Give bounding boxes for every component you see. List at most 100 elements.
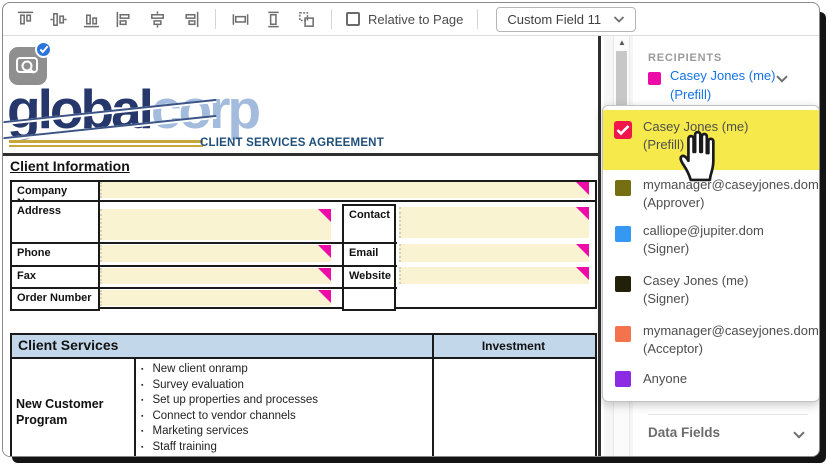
dropdown-item-role: (Signer) <box>643 291 689 306</box>
dropdown-item-approver[interactable]: mymanager@caseyjones.dom (Approver) <box>603 176 819 220</box>
dropdown-item-role: (Prefill) <box>643 137 684 152</box>
document-page: globalcorp CLIENT SERVICES AGREEMENT Cli… <box>3 36 601 456</box>
investment-header: Investment <box>432 339 595 353</box>
logo-text-corp: corp <box>151 78 258 140</box>
alignment-toolbar: Relative to Page Custom Field 11 <box>3 3 819 36</box>
globalcorp-logo: globalcorp <box>7 80 212 150</box>
list-item: Set up properties and processes <box>141 393 318 409</box>
app-window: Relative to Page Custom Field 11 globalc… <box>2 2 820 457</box>
match-height-icon[interactable] <box>257 6 290 32</box>
dropdown-item-role: (Signer) <box>643 241 689 256</box>
scroll-up-arrow-icon[interactable] <box>617 38 627 48</box>
dropdown-item-role: (Approver) <box>643 195 704 210</box>
field-recipient-marker <box>318 290 331 303</box>
label-fax: Fax <box>10 265 100 289</box>
checkbox-box[interactable] <box>346 12 360 26</box>
list-item: New client onramp <box>141 362 318 378</box>
client-services-bullet-list: New client onramp Survey evaluation Set … <box>141 362 318 456</box>
recipient-color-swatch <box>615 180 631 196</box>
align-top-icon[interactable] <box>9 6 42 32</box>
main-area: globalcorp CLIENT SERVICES AGREEMENT Cli… <box>3 36 819 456</box>
field-contact[interactable] <box>399 207 589 238</box>
checked-checkbox-icon <box>614 121 632 139</box>
dropdown-item-name: Casey Jones (me) <box>643 119 748 134</box>
match-width-icon[interactable] <box>224 6 257 32</box>
dropdown-item-name: mymanager@caseyjones.dom <box>643 323 819 338</box>
dropdown-item-name: Casey Jones (me) <box>643 273 748 288</box>
logo-gold-rule <box>9 145 203 147</box>
field-type-value: Custom Field 11 <box>507 12 601 27</box>
list-item: Customer service 24/7/365 <box>141 455 318 456</box>
field-fax[interactable] <box>100 268 331 284</box>
recipient-role: (Prefill) <box>670 87 711 102</box>
dropdown-item-acceptor[interactable]: mymanager@caseyjones.dom (Acceptor) <box>603 322 819 366</box>
field-email[interactable] <box>399 244 589 262</box>
client-services-heading: Client Services <box>18 337 118 353</box>
label-website: Website <box>342 265 396 289</box>
check-badge-icon <box>35 41 52 58</box>
recipient-color-swatch <box>615 371 631 387</box>
checkbox-label: Relative to Page <box>368 12 463 27</box>
field-recipient-marker <box>318 268 331 281</box>
client-information-heading: Client Information <box>10 158 130 174</box>
toolbar-separator <box>331 9 332 29</box>
list-item: Survey evaluation <box>141 378 318 394</box>
dropdown-item-signer-1[interactable]: calliope@jupiter.dom (Signer) <box>603 222 819 266</box>
field-address[interactable] <box>100 209 331 240</box>
new-customer-program-label: New Customer Program <box>16 396 126 428</box>
table-line <box>432 333 434 456</box>
chevron-down-icon[interactable] <box>792 427 806 445</box>
recipient-color-swatch <box>615 276 631 292</box>
recipients-header: RECIPIENTS <box>648 52 722 64</box>
field-type-select[interactable]: Custom Field 11 <box>496 7 636 32</box>
data-fields-section-toggle[interactable]: Data Fields <box>648 424 808 448</box>
toolbar-separator <box>215 9 216 29</box>
field-recipient-marker <box>576 267 589 280</box>
field-company-name[interactable] <box>100 182 589 198</box>
dropdown-item-signer-2[interactable]: Casey Jones (me) (Signer) <box>603 272 819 316</box>
empty-cell <box>342 287 396 311</box>
recipient-color-swatch <box>648 72 661 85</box>
dropdown-item-anyone[interactable]: Anyone <box>603 370 819 400</box>
label-phone: Phone <box>10 242 100 267</box>
field-order-number[interactable] <box>100 290 331 306</box>
selected-recipient-row[interactable]: Casey Jones (me) (Prefill) <box>648 67 808 107</box>
align-horizontal-center-icon[interactable] <box>141 6 174 32</box>
dropdown-item-name: mymanager@caseyjones.dom <box>643 177 819 192</box>
align-bottom-icon[interactable] <box>75 6 108 32</box>
field-website[interactable] <box>399 267 589 284</box>
align-vertical-center-icon[interactable] <box>42 6 75 32</box>
chevron-down-icon[interactable] <box>775 71 789 89</box>
list-item: Staff training <box>141 440 318 456</box>
label-email: Email <box>342 242 396 267</box>
dropdown-item-name: calliope@jupiter.dom <box>643 223 764 238</box>
dropdown-item-prefill[interactable]: Casey Jones (me) (Prefill) <box>603 110 819 170</box>
field-recipient-marker <box>576 182 589 195</box>
relative-to-page-checkbox[interactable]: Relative to Page <box>346 12 463 27</box>
match-size-icon[interactable] <box>290 6 323 32</box>
align-left-icon[interactable] <box>108 6 141 32</box>
recipient-name: Casey Jones (me) <box>670 68 775 83</box>
data-fields-label: Data Fields <box>648 425 720 440</box>
list-item: Marketing services <box>141 424 318 440</box>
label-company-name: Company Name <box>10 180 100 202</box>
label-address: Address <box>10 200 100 244</box>
horizontal-rule <box>3 153 601 156</box>
list-item: Connect to vendor channels <box>141 409 318 425</box>
field-recipient-marker <box>576 244 589 257</box>
align-right-icon[interactable] <box>174 6 207 32</box>
label-order-number: Order Number <box>10 287 100 311</box>
recipients-dropdown-menu: Casey Jones (me) (Prefill) mymanager@cas… <box>602 105 820 402</box>
recipient-color-swatch <box>615 226 631 242</box>
dropdown-item-name: Anyone <box>643 371 687 386</box>
document-title: CLIENT SERVICES AGREEMENT <box>200 137 384 149</box>
field-recipient-marker <box>318 245 331 258</box>
chevron-down-icon <box>613 12 625 27</box>
toolbar-separator <box>477 9 478 29</box>
field-phone[interactable] <box>100 245 331 262</box>
label-contact: Contact <box>342 204 396 244</box>
table-line <box>134 358 136 456</box>
field-recipient-marker <box>576 207 589 220</box>
panel-divider <box>648 414 808 415</box>
dropdown-item-role: (Acceptor) <box>643 341 703 356</box>
